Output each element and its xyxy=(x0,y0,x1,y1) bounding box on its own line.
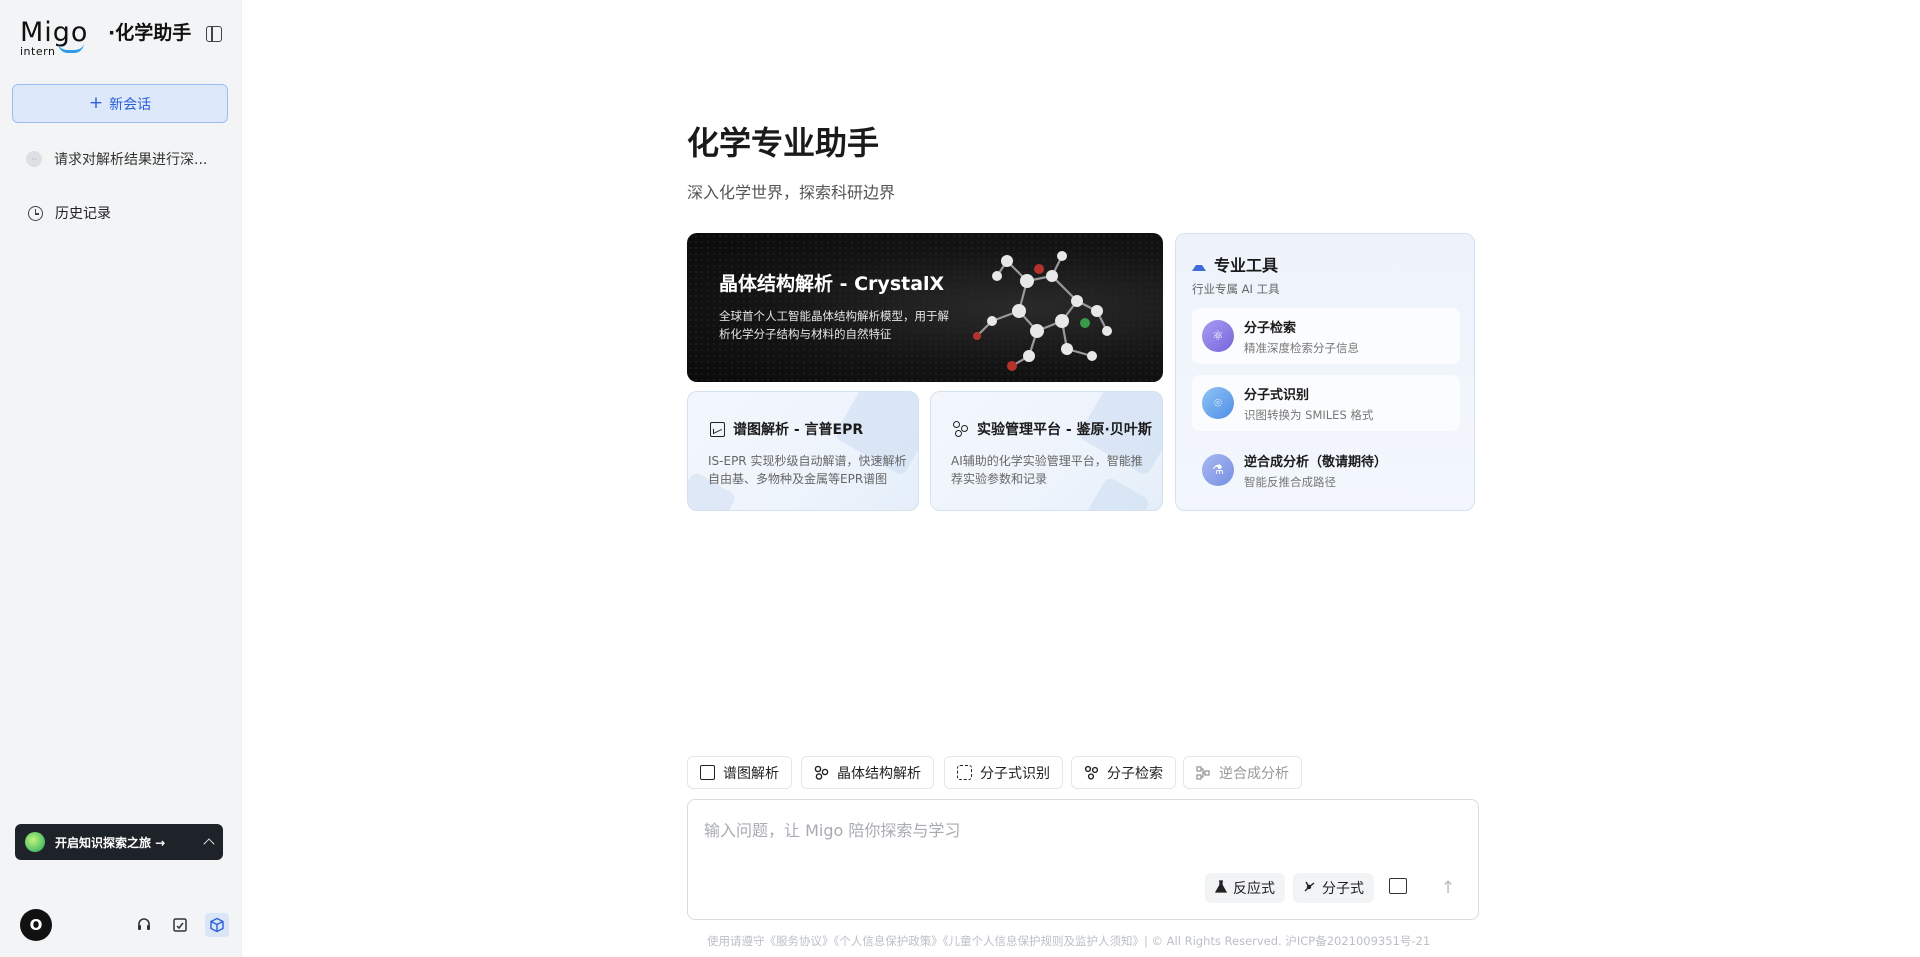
sidebar-toggle-icon[interactable] xyxy=(206,26,222,42)
lab-platform-card[interactable]: 实验管理平台 - 鉴原·贝叶斯 AI辅助的化学实验管理平台，智能推荐实验参数和记… xyxy=(930,391,1163,511)
tool-item-molecule-search[interactable]: ⚛ 分子检索 精准深度检索分子信息 xyxy=(1192,308,1460,364)
card-title: 谱图解析 - 言普EPR xyxy=(710,419,863,439)
molecule-icon xyxy=(1303,880,1316,897)
app-logo[interactable]: Migo intern ·化学助手 xyxy=(20,17,192,58)
image-upload-icon[interactable] xyxy=(1389,878,1407,894)
molecule-formula-button[interactable]: 分子式 xyxy=(1293,873,1374,903)
lab-card-title: 实验管理平台 - 鉴原·贝叶斯 xyxy=(977,422,1152,438)
tool-desc: 精准深度检索分子信息 xyxy=(1244,340,1359,355)
card-title: 实验管理平台 - 鉴原·贝叶斯 xyxy=(953,419,1152,439)
tool-name: 分子式识别 xyxy=(1244,387,1310,403)
new-chat-button[interactable]: + 新会话 xyxy=(12,84,228,123)
new-chat-label: 新会话 xyxy=(109,96,152,113)
molecule-label: 分子式 xyxy=(1322,881,1364,897)
cube-icon[interactable] xyxy=(205,913,229,937)
pro-tools-panel: 专业工具 行业专属 AI 工具 ⚛ 分子检索 精准深度检索分子信息 ⌾ 分子式识… xyxy=(1175,233,1475,511)
migo-logo-mark: Migo intern xyxy=(20,17,104,58)
flask-icon xyxy=(1214,879,1228,897)
app-title: ·化学助手 xyxy=(108,22,192,44)
hero-title: 晶体结构解析 - CrystalX xyxy=(719,273,945,295)
chevron-up-icon[interactable] xyxy=(203,838,215,850)
session-icon: ·· xyxy=(26,151,42,167)
epr-card-desc: IS-EPR 实现秒级自动解谱，快速解析自由基、多物种及金属等EPR谱图 xyxy=(708,454,907,486)
chip-spectrum-analysis[interactable]: 谱图解析 xyxy=(687,756,792,789)
flowchart-icon xyxy=(1196,765,1211,780)
chip-label: 分子式识别 xyxy=(980,765,1050,782)
chat-input[interactable] xyxy=(704,818,1444,842)
tool-desc: 智能反推合成路径 xyxy=(1244,474,1336,489)
molecule-search-icon xyxy=(1084,765,1099,780)
molecule-search-icon: ⚛ xyxy=(1202,320,1234,352)
sidebar: Migo intern ·化学助手 + 新会话 ·· 请求对解析结果进行深...… xyxy=(0,0,242,957)
page-title: 化学专业助手 xyxy=(687,124,880,162)
chip-formula-recognition[interactable]: 分子式识别 xyxy=(944,756,1063,789)
footer-legal: 使用请遵守《服务协议》《个人信息保护政策》《儿童个人信息保护规则及监护人须知》|… xyxy=(707,934,1431,948)
chip-label: 晶体结构解析 xyxy=(837,765,921,782)
explore-label: 开启知识探索之旅 → xyxy=(55,835,166,850)
session-label: 请求对解析结果进行深... xyxy=(54,152,208,168)
tool-name: 分子检索 xyxy=(1244,320,1297,336)
explore-banner-button[interactable]: 开启知识探索之旅 → xyxy=(15,824,223,860)
page-subtitle: 深入化学世界，探索科研边界 xyxy=(687,183,896,202)
lab-card-desc: AI辅助的化学实验管理平台，智能推荐实验参数和记录 xyxy=(951,454,1143,486)
tool-item-retrosynthesis[interactable]: ⚗ 逆合成分析（敬请期待） 智能反推合成路径 xyxy=(1192,442,1460,498)
plus-icon: + xyxy=(88,93,104,113)
logo-sub: intern xyxy=(20,45,56,58)
send-arrow-icon[interactable]: ↑ xyxy=(1434,874,1462,902)
user-avatar[interactable]: O xyxy=(20,909,52,941)
reaction-label: 反应式 xyxy=(1233,881,1275,897)
reaction-button[interactable]: 反应式 xyxy=(1205,873,1285,903)
history-label: 历史记录 xyxy=(55,206,111,222)
tool-name: 逆合成分析（敬请期待） xyxy=(1244,454,1388,470)
chart-icon xyxy=(700,765,715,780)
chip-label: 逆合成分析 xyxy=(1219,765,1289,782)
globe-icon xyxy=(25,832,45,852)
molecule-illustration-icon xyxy=(973,251,1112,371)
history-link[interactable]: 历史记录 xyxy=(28,203,111,223)
scan-icon: ⌾ xyxy=(1202,387,1234,419)
chip-crystal-analysis[interactable]: 晶体结构解析 xyxy=(801,756,934,789)
headset-icon[interactable] xyxy=(134,915,154,935)
clock-icon xyxy=(28,205,43,221)
logo-swoosh-icon xyxy=(58,43,84,53)
tool-item-formula-recognition[interactable]: ⌾ 分子式识别 识图转换为 SMILES 格式 xyxy=(1192,375,1460,431)
tools-title-text: 专业工具 xyxy=(1214,256,1279,275)
scan-icon xyxy=(957,765,972,780)
session-item[interactable]: ·· 请求对解析结果进行深... xyxy=(26,149,207,169)
epr-card[interactable]: 谱图解析 - 言普EPR IS-EPR 实现秒级自动解谱，快速解析自由基、多物种… xyxy=(687,391,919,511)
hero-desc: 全球首个人工智能晶体结构解析模型，用于解析化学分子结构与材料的自然特征 xyxy=(719,309,949,341)
molecule-nodes-icon xyxy=(953,421,969,437)
tool-desc: 识图转换为 SMILES 格式 xyxy=(1244,407,1374,422)
chip-label: 分子检索 xyxy=(1107,765,1163,782)
tools-title: 专业工具 xyxy=(1192,252,1278,276)
flowchart-icon: ⚗ xyxy=(1202,454,1234,486)
chart-icon xyxy=(710,421,725,437)
chat-input-box: 反应式 分子式 ↑ xyxy=(687,799,1479,920)
chip-retrosynthesis: 逆合成分析 xyxy=(1183,756,1302,789)
crystalx-hero-card[interactable]: 晶体结构解析 - CrystalX 全球首个人工智能晶体结构解析模型，用于解析化… xyxy=(687,233,1163,382)
chip-molecule-search[interactable]: 分子检索 xyxy=(1071,756,1176,789)
flask-icon xyxy=(1192,257,1206,271)
epr-card-title: 谱图解析 - 言普EPR xyxy=(733,422,864,438)
feedback-icon[interactable] xyxy=(170,915,190,935)
chip-label: 谱图解析 xyxy=(723,765,779,782)
molecule-nodes-icon xyxy=(814,765,829,780)
tools-subtitle: 行业专属 AI 工具 xyxy=(1192,282,1280,296)
